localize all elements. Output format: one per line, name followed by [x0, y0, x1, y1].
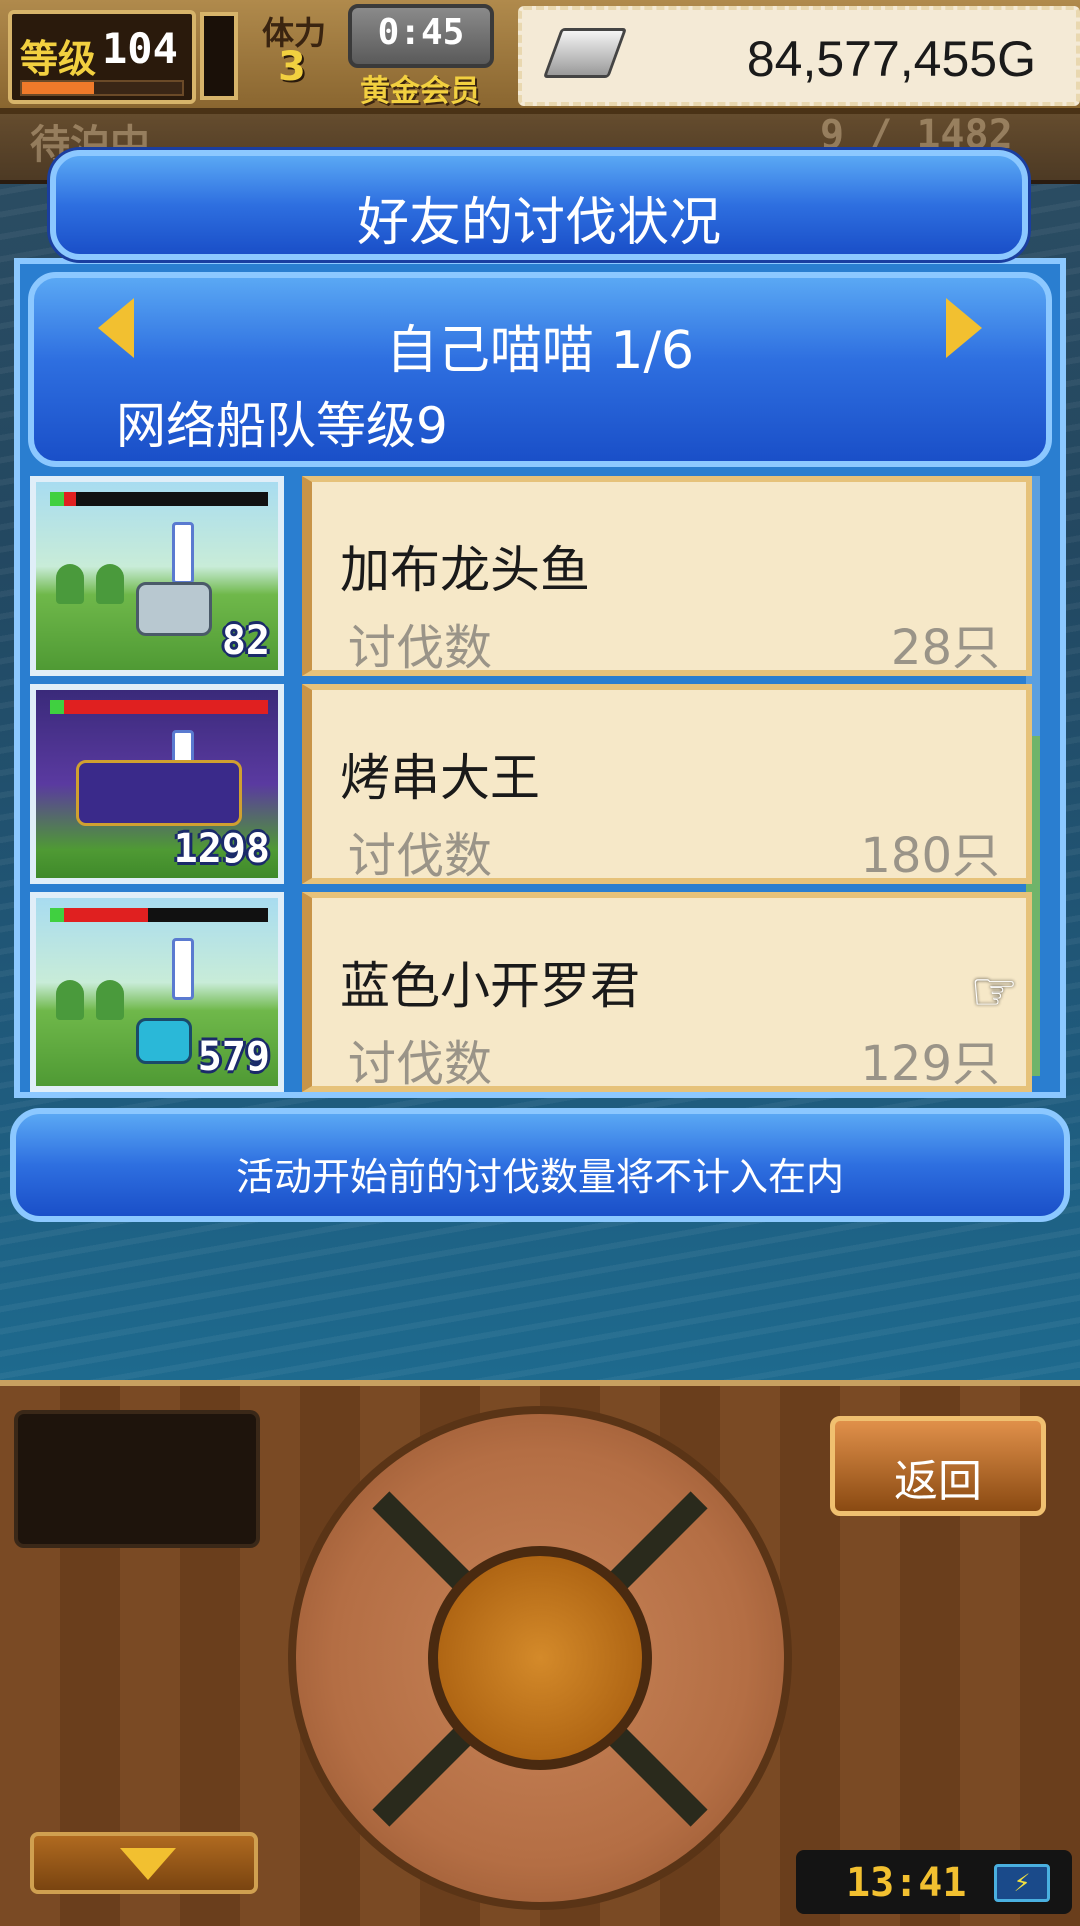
pointing-hand-icon: ☜: [970, 960, 1019, 1023]
gold-value: 84,577,455G: [746, 31, 1036, 87]
monster-card: 蓝色小开罗君 讨伐数 129只: [302, 892, 1032, 1092]
monster-thumbnail: 579: [30, 892, 284, 1092]
stamina-timer-box: 0:45: [348, 4, 494, 68]
membership-badge[interactable]: 黄金会员: [350, 66, 490, 110]
dialog-title: 好友的讨伐状况: [356, 193, 721, 253]
monster-thumbnail: 82: [30, 476, 284, 676]
menu-down-button[interactable]: [30, 1832, 258, 1894]
clock: 13:41: [846, 1860, 967, 1906]
next-friend-arrow-icon[interactable]: [946, 298, 982, 358]
down-arrow-icon: [120, 1848, 176, 1880]
tree-icon: [56, 564, 84, 604]
monster-hp-fill: [50, 908, 149, 922]
list-item[interactable]: 1298 烤串大王 讨伐数 180只: [30, 684, 1032, 884]
friend-header: 自己喵喵 1/6 网络船队等级9: [28, 272, 1052, 467]
kill-count-value: 28只: [890, 620, 1000, 676]
exp-bar-fill: [22, 82, 94, 94]
battery-charging-icon: ⚡: [994, 1864, 1050, 1902]
level-label: 等级: [20, 37, 97, 81]
level-value: 104: [102, 24, 178, 73]
notice-text: 活动开始前的讨伐数量将不计入在内: [235, 1155, 844, 1199]
fleet-level: 网络船队等级9: [116, 397, 448, 455]
kebab-king-monster-icon: [76, 760, 242, 826]
dialog-title-bar: 好友的讨伐状况: [50, 150, 1028, 260]
monster-name: 烤串大王: [340, 749, 540, 807]
kill-count-value: 180只: [860, 828, 1000, 884]
list-item[interactable]: 579 蓝色小开罗君 讨伐数 129只: [30, 892, 1032, 1092]
fish-monster-icon: [136, 582, 212, 636]
friend-name: 自己喵喵 1/6: [385, 321, 695, 381]
tree-icon: [96, 980, 124, 1020]
monster-power: 1298: [173, 826, 270, 872]
wheel-center-button[interactable]: [428, 1546, 652, 1770]
ship-wheel-button[interactable]: [288, 1406, 792, 1910]
monster-power: 579: [197, 1034, 270, 1080]
tree-icon: [56, 980, 84, 1020]
kill-count-label: 讨伐数: [348, 1036, 493, 1092]
empty-slot: [14, 1410, 260, 1548]
stamina-value: 3: [278, 44, 306, 90]
monster-hp-fill: [50, 700, 268, 714]
blue-kairo-monster-icon: [136, 1018, 192, 1064]
monster-card: 加布龙头鱼 讨伐数 28只: [302, 476, 1032, 676]
monster-thumbnail: 1298: [30, 684, 284, 884]
kill-count-value: 129只: [860, 1036, 1000, 1092]
stamina-timer: 0:45: [377, 12, 465, 53]
monster-name: 加布龙头鱼: [340, 541, 590, 599]
exclamation-icon: [172, 522, 194, 584]
tree-icon: [96, 564, 124, 604]
monster-card: 烤串大王 讨伐数 180只: [302, 684, 1032, 884]
stamina-gauge: [200, 12, 238, 100]
silver-ingot-icon: [542, 28, 628, 78]
clock-box: 13:41 ⚡: [796, 1850, 1072, 1914]
monster-hp-bar: [50, 492, 268, 506]
list-item[interactable]: 82 加布龙头鱼 讨伐数 28只: [30, 476, 1032, 676]
kill-count-label: 讨伐数: [348, 620, 493, 676]
back-button-label: 返回: [894, 1456, 982, 1507]
kill-count-label: 讨伐数: [348, 828, 493, 884]
monster-power: 82: [221, 618, 270, 664]
back-button[interactable]: 返回: [830, 1416, 1046, 1516]
monster-hp-bar: [50, 908, 268, 922]
exclamation-icon: [172, 938, 194, 1000]
exp-bar: [20, 80, 184, 96]
monster-name: 蓝色小开罗君: [340, 957, 640, 1015]
top-hud: 等级 104 体力 3 0:45 黄金会员 84,577,455G: [0, 0, 1080, 114]
monster-hp-fill: [50, 492, 77, 506]
monster-hp-bar: [50, 700, 268, 714]
gold-box: 84,577,455G: [518, 6, 1080, 106]
control-deck: 返回 13:41 ⚡: [0, 1380, 1080, 1926]
notice-bar: 活动开始前的讨伐数量将不计入在内: [10, 1108, 1070, 1222]
level-box: 等级 104: [8, 10, 196, 104]
